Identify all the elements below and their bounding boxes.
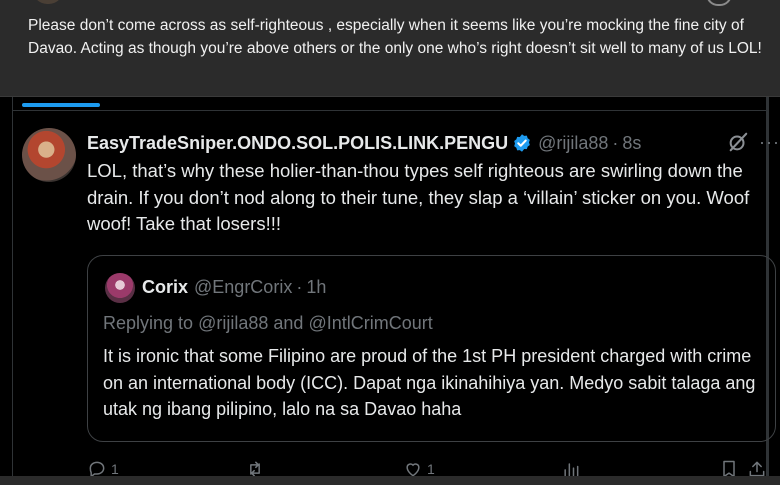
reply-handle[interactable]: @rijila88: [538, 133, 608, 154]
quote-text: It is ironic that some Filipino are prou…: [103, 346, 756, 419]
quote-author-avatar[interactable]: [105, 273, 135, 303]
replying-prefix: Replying to: [103, 313, 194, 333]
separator-dot: ·: [612, 132, 619, 153]
verified-badge-icon[interactable]: [512, 133, 532, 153]
mention-link[interactable]: @rijila88: [198, 313, 268, 333]
reply-display-name[interactable]: EasyTradeSniper.ONDO.SOL.POLIS.LINK.PENG…: [87, 133, 508, 154]
replying-to-line: Replying to @rijila88 and @IntlCrimCourt: [103, 313, 433, 334]
parent-grok-icon[interactable]: [706, 0, 732, 6]
parent-post-text: Please don’t come across as self-righteo…: [28, 17, 762, 57]
reply-timestamp[interactable]: 8s: [622, 133, 641, 154]
quote-timestamp[interactable]: 1h: [306, 277, 326, 298]
divider: [13, 110, 766, 111]
quote-header: Corix @EngrCorix · 1h: [142, 277, 326, 298]
reply-text: LOL, that’s why these holier-than-thou t…: [87, 160, 750, 234]
parent-avatar[interactable]: [33, 0, 63, 4]
grok-icon[interactable]: [727, 131, 749, 153]
quote-display-name[interactable]: Corix: [142, 277, 188, 298]
reply-count: 1: [111, 461, 119, 477]
mention-link[interactable]: @IntlCrimCourt: [308, 313, 432, 333]
reply-author-avatar[interactable]: [22, 128, 76, 182]
separator-dot: ·: [296, 277, 303, 297]
quote-handle[interactable]: @EngrCorix: [194, 277, 292, 298]
active-tab-indicator: [22, 103, 100, 107]
window-bottom-bar: [0, 476, 780, 485]
like-count: 1: [427, 461, 435, 477]
panel-border-left: [12, 97, 13, 485]
quoted-post[interactable]: Corix @EngrCorix · 1h Replying to @rijil…: [87, 255, 776, 442]
parent-post-card: Please don’t come across as self-righteo…: [0, 0, 780, 97]
more-icon[interactable]: ···: [759, 131, 780, 153]
replying-and: and: [273, 313, 304, 333]
reply-header: EasyTradeSniper.ONDO.SOL.POLIS.LINK.PENG…: [87, 131, 641, 155]
